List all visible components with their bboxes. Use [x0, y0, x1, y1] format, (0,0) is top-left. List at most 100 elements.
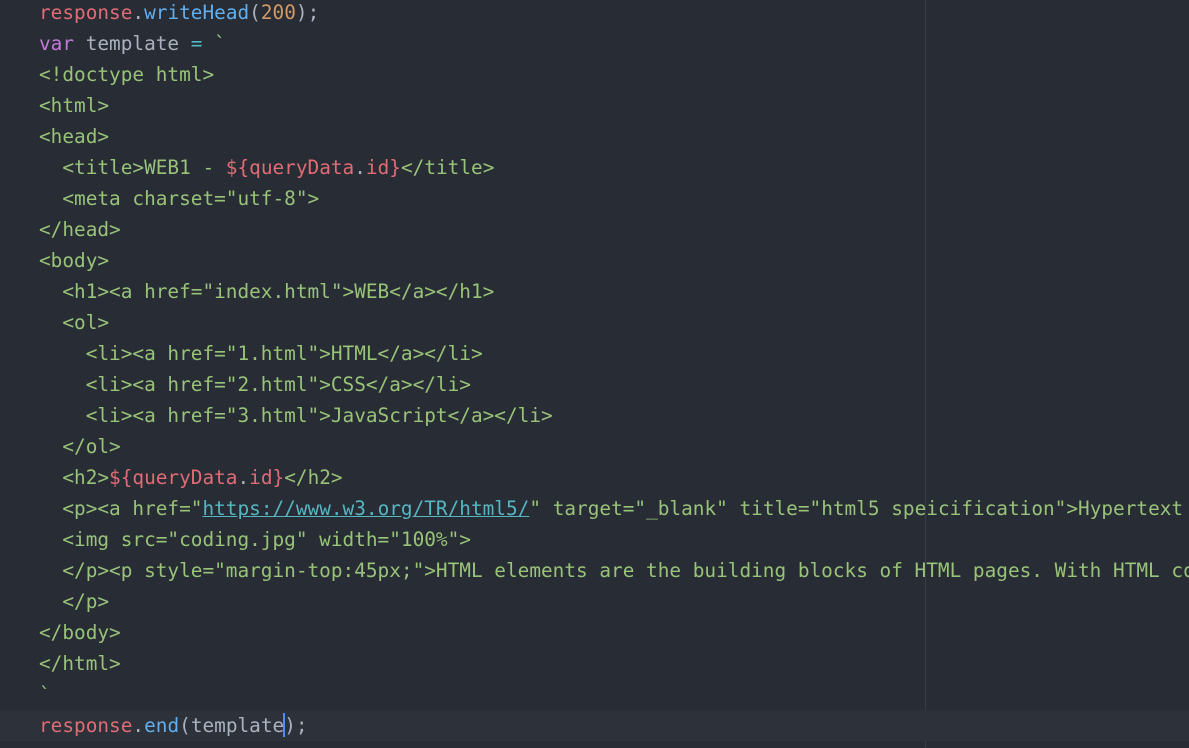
code-line-text: <title>WEB1 - ${queryData.id}</title>	[39, 152, 494, 183]
code-token: );	[284, 714, 308, 737]
code-token: var	[39, 32, 75, 55]
code-token: `	[39, 683, 51, 706]
code-line[interactable]: <meta charset="utf-8">	[0, 183, 1189, 214]
code-line[interactable]: response.writeHead(200);	[0, 0, 1189, 28]
code-token: ${	[109, 466, 133, 489]
code-token: </ol>	[39, 435, 121, 458]
code-line[interactable]: <html>	[0, 90, 1189, 121]
code-token: </title>	[400, 156, 495, 179]
code-token: <head>	[39, 125, 110, 148]
code-line[interactable]: var template = `	[0, 28, 1189, 59]
code-token: <ol>	[39, 311, 110, 334]
code-token: <h1><a href="index.html">WEB</a></h1>	[39, 280, 495, 303]
code-token: </p>	[39, 590, 110, 613]
code-token: </body>	[39, 621, 121, 644]
code-line-text: </p><p style="margin-top:45px;">HTML ele…	[39, 555, 1189, 586]
code-line-text: <p><a href="https://www.w3.org/TR/html5/…	[39, 493, 1183, 524]
code-line[interactable]: <li><a href="2.html">CSS</a></li>	[0, 369, 1189, 400]
code-token: response	[39, 1, 133, 24]
code-token: id	[249, 466, 273, 489]
code-line-text: <li><a href="1.html">HTML</a></li>	[39, 338, 483, 369]
code-token: template	[190, 714, 285, 737]
code-line-text: </head>	[39, 214, 121, 245]
code-token: ${	[225, 156, 250, 179]
code-editor[interactable]: response.writeHead(200); var template = `…	[0, 0, 1189, 748]
code-token: `	[202, 32, 226, 55]
code-token: .	[132, 1, 145, 24]
code-line[interactable]: <li><a href="1.html">HTML</a></li>	[0, 338, 1189, 369]
code-line-text: response.writeHead(200);	[39, 0, 319, 28]
code-token: <h2>	[39, 466, 110, 489]
code-line[interactable]: <h2>${queryData.id}</h2>	[0, 462, 1189, 493]
code-line[interactable]: <img src="coding.jpg" width="100%">	[0, 524, 1189, 555]
code-line-text: <ol>	[39, 307, 109, 338]
code-token: </p><p style="margin-top:45px;">HTML ele…	[39, 559, 1189, 582]
code-token: <p><a href="	[39, 497, 203, 520]
code-line[interactable]: </head>	[0, 214, 1189, 245]
code-line[interactable]: </html>	[0, 648, 1189, 679]
code-token: }	[389, 156, 401, 179]
code-token: );	[295, 1, 320, 24]
code-token: <li><a href="1.html">HTML</a></li>	[39, 342, 483, 365]
code-token: <li><a href="3.html">JavaScript</a></li>	[39, 404, 553, 427]
code-line-text: `	[39, 679, 51, 710]
code-line-text: <!doctype html>	[39, 59, 214, 90]
code-line-text: <meta charset="utf-8">	[39, 183, 319, 214]
code-line[interactable]: <h1><a href="index.html">WEB</a></h1>	[0, 276, 1189, 307]
code-line[interactable]: <body>	[0, 245, 1189, 276]
code-line[interactable]: <title>WEB1 - ${queryData.id}</title>	[0, 152, 1189, 183]
code-token: </h2>	[284, 466, 343, 489]
code-token: =	[190, 32, 203, 55]
code-token: (	[179, 714, 191, 737]
code-token: </head>	[39, 218, 121, 241]
code-token: <li><a href="2.html">CSS</a></li>	[39, 373, 471, 396]
code-token: <!doctype html>	[39, 63, 215, 86]
code-line-text: <body>	[39, 245, 109, 276]
code-token: <meta charset="utf-8">	[39, 187, 320, 210]
code-line-text: <h2>${queryData.id}</h2>	[39, 462, 343, 493]
code-token: </html>	[39, 652, 121, 675]
code-token: id	[365, 156, 390, 179]
code-token: .	[354, 156, 366, 179]
code-token: response	[39, 714, 133, 737]
code-token: template	[74, 32, 191, 55]
code-line-text: response.end(template);	[39, 710, 308, 741]
code-token: 200	[260, 1, 296, 24]
code-line[interactable]: `	[0, 679, 1189, 710]
code-token: end	[144, 714, 180, 737]
code-token: <title>WEB1 -	[39, 156, 226, 179]
code-token: .	[132, 714, 145, 737]
code-line-text: </body>	[39, 617, 121, 648]
code-line-text: </p>	[39, 586, 109, 617]
code-line[interactable]: <head>	[0, 121, 1189, 152]
code-line-text: </html>	[39, 648, 121, 679]
code-token: <img src="coding.jpg" width="100%">	[39, 528, 471, 551]
code-line[interactable]: </p>	[0, 586, 1189, 617]
code-line[interactable]: <li><a href="3.html">JavaScript</a></li>	[0, 400, 1189, 431]
code-line[interactable]: <p><a href="https://www.w3.org/TR/html5/…	[0, 493, 1189, 524]
code-token: queryData	[132, 466, 238, 489]
code-line[interactable]: <ol>	[0, 307, 1189, 338]
code-line-text: <li><a href="3.html">JavaScript</a></li>	[39, 400, 553, 431]
code-line-text: <html>	[39, 90, 109, 121]
code-token: .	[237, 466, 250, 489]
code-token: " target="_blank" title="html5 speicific…	[529, 497, 1184, 520]
code-line[interactable]: </ol>	[0, 431, 1189, 462]
code-line[interactable]: response.end(template);	[0, 710, 1189, 741]
code-line-text: </ol>	[39, 431, 121, 462]
code-line[interactable]: <!doctype html>	[0, 59, 1189, 90]
code-token: (	[249, 1, 261, 24]
code-token: queryData	[249, 156, 355, 179]
code-token: <html>	[39, 94, 110, 117]
code-line-text: <h1><a href="index.html">WEB</a></h1>	[39, 276, 494, 307]
code-token: }	[272, 466, 285, 489]
code-line[interactable]: </body>	[0, 617, 1189, 648]
code-line-text: <li><a href="2.html">CSS</a></li>	[39, 369, 471, 400]
code-line[interactable]: </p><p style="margin-top:45px;">HTML ele…	[0, 555, 1189, 586]
code-line-text: <img src="coding.jpg" width="100%">	[39, 524, 471, 555]
code-link[interactable]: https://www.w3.org/TR/html5/	[202, 497, 529, 520]
code-line-text: <head>	[39, 121, 109, 152]
code-token: writeHead	[144, 1, 250, 24]
code-token: <body>	[39, 249, 110, 272]
code-line-text: var template = `	[39, 28, 226, 59]
